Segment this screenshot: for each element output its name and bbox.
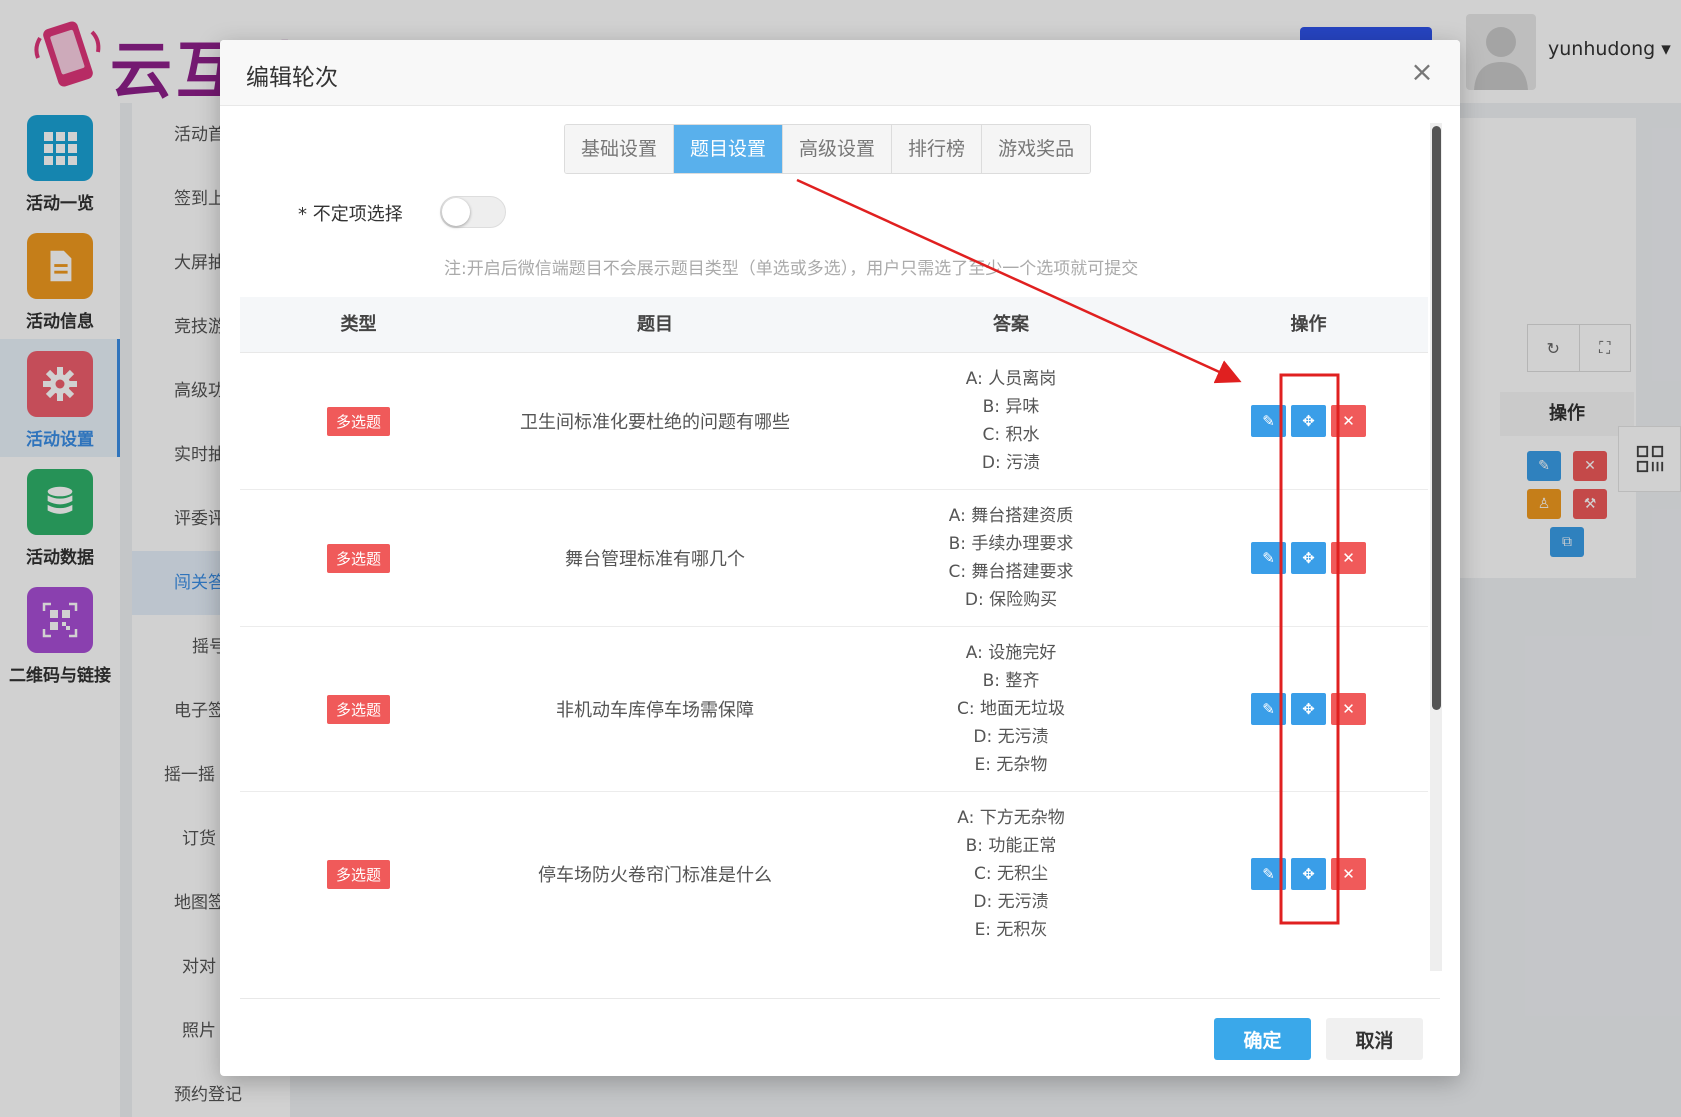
move-question-button[interactable]: ✥ — [1291, 405, 1326, 437]
answer-option: D: 无污渍 — [973, 892, 1049, 912]
move-icon: ✥ — [1302, 412, 1315, 430]
answer-option: E: 无杂物 — [974, 755, 1048, 775]
answer-option: C: 地面无垃圾 — [956, 699, 1065, 719]
table-row: 多选题 卫生间标准化要杜绝的问题有哪些 A: 人员离岗 B: 异味 C: 积水 … — [240, 353, 1428, 490]
question-type-badge: 多选题 — [326, 543, 390, 573]
delete-question-button[interactable]: ✕ — [1331, 693, 1366, 725]
row-actions: ✎ ✥ ✕ — [1251, 693, 1366, 725]
move-question-button[interactable]: ✥ — [1291, 693, 1326, 725]
answer-option: E: 无积灰 — [974, 920, 1048, 940]
edit-round-modal: 编辑轮次 × 基础设置 题目设置 高级设置 排行榜 游戏奖品 * 不定项选择 注… — [220, 40, 1460, 1076]
column-header-actions: 操作 — [1290, 314, 1327, 335]
question-type-badge: 多选题 — [326, 694, 390, 724]
answer-list: A: 设施完好 B: 整齐 C: 地面无垃圾 D: 无污渍 E: 无杂物 — [957, 639, 1065, 779]
column-header-answer: 答案 — [993, 314, 1029, 335]
edit-question-button[interactable]: ✎ — [1251, 542, 1286, 574]
answer-option: C: 积水 — [982, 425, 1040, 445]
tab-question-settings[interactable]: 题目设置 — [673, 125, 783, 173]
pencil-icon: ✎ — [1262, 700, 1275, 718]
answer-option: A: 人员离岗 — [965, 369, 1057, 389]
answer-option: D: 保险购买 — [964, 590, 1058, 610]
row-actions: ✎ ✥ ✕ — [1251, 542, 1366, 574]
move-icon: ✥ — [1302, 700, 1315, 718]
move-icon: ✥ — [1302, 865, 1315, 883]
answer-option: C: 无积尘 — [973, 864, 1048, 884]
edit-question-button[interactable]: ✎ — [1251, 693, 1286, 725]
question-type-badge: 多选题 — [326, 859, 390, 889]
column-header-type: 类型 — [340, 314, 377, 335]
tab-advanced-settings[interactable]: 高级设置 — [782, 125, 892, 173]
pencil-icon: ✎ — [1262, 549, 1275, 567]
tab-leaderboard[interactable]: 排行榜 — [891, 125, 982, 173]
delete-question-button[interactable]: ✕ — [1331, 542, 1366, 574]
question-text: 舞台管理标准有哪几个 — [565, 549, 745, 570]
row-actions: ✎ ✥ ✕ — [1251, 405, 1366, 437]
close-icon: ✕ — [1342, 412, 1355, 430]
answer-option: A: 设施完好 — [965, 643, 1057, 663]
modal-tabs: 基础设置 题目设置 高级设置 排行榜 游戏奖品 — [564, 124, 1092, 174]
answer-option: A: 舞台搭建资质 — [948, 506, 1074, 526]
table-row: 多选题 舞台管理标准有哪几个 A: 舞台搭建资质 B: 手续办理要求 C: 舞台… — [240, 490, 1428, 627]
answer-option: C: 舞台搭建要求 — [948, 562, 1074, 582]
confirm-button[interactable]: 确定 — [1214, 1018, 1311, 1060]
move-question-button[interactable]: ✥ — [1291, 858, 1326, 890]
option-note: 注:开启后微信端题目不会展示题目类型（单选或多选），用户只需选了至少一个选项就可… — [444, 259, 1139, 279]
answer-option: D: 污渍 — [981, 453, 1041, 473]
column-header-question: 题目 — [637, 314, 673, 335]
tab-basic-settings[interactable]: 基础设置 — [565, 125, 674, 173]
question-text: 停车场防火卷帘门标准是什么 — [538, 865, 772, 886]
footer-divider — [240, 998, 1440, 999]
move-question-button[interactable]: ✥ — [1291, 542, 1326, 574]
close-icon: ✕ — [1342, 865, 1355, 883]
row-actions: ✎ ✥ ✕ — [1251, 858, 1366, 890]
close-icon[interactable]: × — [1406, 56, 1438, 88]
modal-title: 编辑轮次 — [246, 65, 338, 91]
modal-header: 编辑轮次 × — [220, 40, 1460, 106]
answer-option: B: 功能正常 — [965, 836, 1057, 856]
modal-scrollbar-thumb[interactable] — [1432, 126, 1441, 710]
answer-option: B: 手续办理要求 — [948, 534, 1074, 554]
table-header: 类型 题目 答案 操作 — [240, 297, 1428, 353]
tab-game-prizes[interactable]: 游戏奖品 — [981, 125, 1091, 173]
question-text: 非机动车库停车场需保障 — [556, 700, 754, 721]
question-text: 卫生间标准化要杜绝的问题有哪些 — [520, 412, 790, 433]
answer-option: B: 整齐 — [982, 671, 1040, 691]
delete-question-button[interactable]: ✕ — [1331, 405, 1366, 437]
close-icon: ✕ — [1342, 700, 1355, 718]
question-table: 类型 题目 答案 操作 多选题 卫生间标准化要杜绝的问题有哪些 A: 人员离岗 … — [240, 297, 1428, 955]
answer-list: A: 下方无杂物 B: 功能正常 C: 无积尘 D: 无污渍 E: 无积灰 — [957, 804, 1064, 944]
close-icon: ✕ — [1342, 549, 1355, 567]
answer-option: A: 下方无杂物 — [957, 808, 1065, 828]
answer-list: A: 人员离岗 B: 异味 C: 积水 D: 污渍 — [966, 365, 1056, 477]
edit-question-button[interactable]: ✎ — [1251, 405, 1286, 437]
move-icon: ✥ — [1302, 549, 1315, 567]
indefinite-choice-toggle[interactable] — [440, 196, 506, 228]
indefinite-choice-label: * 不定项选择 — [298, 204, 403, 225]
delete-question-button[interactable]: ✕ — [1331, 858, 1366, 890]
pencil-icon: ✎ — [1262, 412, 1275, 430]
answer-list: A: 舞台搭建资质 B: 手续办理要求 C: 舞台搭建要求 D: 保险购买 — [948, 502, 1073, 614]
answer-option: D: 无污渍 — [973, 727, 1049, 747]
table-row: 多选题 非机动车库停车场需保障 A: 设施完好 B: 整齐 C: 地面无垃圾 D… — [240, 627, 1428, 792]
question-type-badge: 多选题 — [326, 406, 390, 436]
pencil-icon: ✎ — [1262, 865, 1275, 883]
edit-question-button[interactable]: ✎ — [1251, 858, 1286, 890]
answer-option: B: 异味 — [982, 397, 1040, 417]
cancel-button[interactable]: 取消 — [1326, 1018, 1423, 1060]
table-row: 多选题 停车场防火卷帘门标准是什么 A: 下方无杂物 B: 功能正常 C: 无积… — [240, 792, 1428, 955]
toggle-knob — [442, 198, 470, 226]
